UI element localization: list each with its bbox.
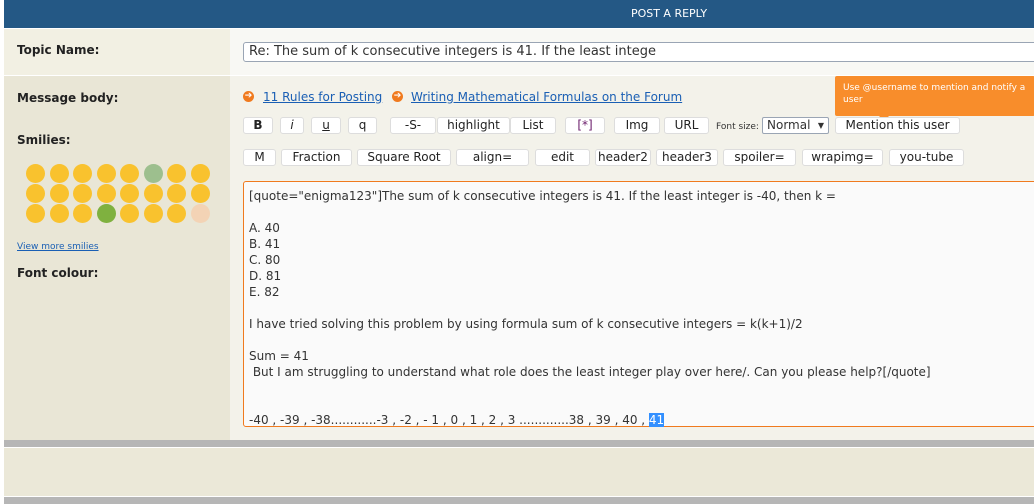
smiley-crying-icon[interactable]	[120, 184, 139, 203]
divider	[4, 440, 1034, 447]
header2-button[interactable]: header2	[595, 149, 651, 166]
message-textarea[interactable]: [quote="enigma123"]The sum of k consecut…	[243, 181, 1034, 427]
list-item-button[interactable]: [*]	[565, 117, 605, 134]
fraction-button[interactable]: Fraction	[281, 149, 352, 166]
smiley-wink-icon[interactable]	[120, 164, 139, 183]
wrapimg-button[interactable]: wrapimg=	[802, 149, 883, 166]
footer-row	[4, 448, 1034, 496]
smiley-eye-roll-icon[interactable]	[167, 184, 186, 203]
image-button[interactable]: Img	[614, 117, 660, 134]
bold-button[interactable]: B	[243, 117, 273, 134]
spoiler-button[interactable]: spoiler=	[723, 149, 796, 166]
font-size-select[interactable]: Normal ▼	[762, 117, 829, 134]
smiley-cool-icon[interactable]	[190, 164, 210, 183]
smiley-neutral-icon[interactable]	[190, 184, 210, 203]
mention-tooltip: Use @username to mention and notify a us…	[835, 76, 1034, 121]
smiley-bandage-icon[interactable]	[167, 204, 186, 223]
smiley-expressionless-icon[interactable]	[143, 204, 163, 223]
smiley-dizzy-icon[interactable]	[73, 204, 92, 223]
smiley-worried-icon[interactable]	[96, 164, 116, 183]
topic-label-cell: Topic Name:	[4, 29, 230, 75]
align-button[interactable]: align=	[456, 149, 529, 166]
square-root-button[interactable]: Square Root	[357, 149, 451, 166]
strike-button[interactable]: -S-	[390, 117, 436, 134]
smiley-grinning-icon[interactable]	[26, 184, 45, 203]
quote-button[interactable]: q	[348, 117, 377, 134]
formulas-link[interactable]: Writing Mathematical Formulas on the For…	[411, 90, 682, 104]
smiley-astonished-icon[interactable]	[26, 204, 45, 223]
smiley-flushed-icon[interactable]	[96, 184, 116, 203]
smiley-scream-icon[interactable]	[49, 204, 69, 223]
edit-button[interactable]: edit	[535, 149, 590, 166]
divider	[4, 497, 1034, 504]
arrow-circle-icon: ➔	[243, 91, 254, 102]
m-button[interactable]: M	[243, 149, 276, 166]
smiley-grin-icon[interactable]	[49, 164, 69, 183]
you-tube-button[interactable]: you-tube	[889, 149, 964, 166]
smiley-thumbs-up-icon[interactable]	[190, 204, 210, 223]
topic-field-cell: Re: The sum of k consecutive integers is…	[230, 29, 1034, 75]
mention-user-button[interactable]: Mention this user	[835, 117, 960, 134]
smiley-nauseated-icon[interactable]	[96, 204, 116, 223]
font-colour-label: Font colour:	[17, 266, 99, 280]
smiley-smile-icon[interactable]	[26, 164, 45, 183]
smiley-angry-icon[interactable]	[49, 184, 69, 203]
topic-input[interactable]: Re: The sum of k consecutive integers is…	[243, 42, 1034, 62]
topic-label: Topic Name:	[17, 43, 100, 57]
smilies-label: Smilies:	[17, 133, 71, 147]
post-reply-header: POST A REPLY	[4, 0, 1034, 28]
font-size-label: Font size:	[716, 122, 759, 132]
italic-button[interactable]: i	[280, 117, 304, 134]
smiley-innocent-icon[interactable]	[120, 204, 139, 223]
message-text: [quote="enigma123"]The sum of k consecut…	[249, 189, 931, 427]
editor-panel: ➔ 11 Rules for Posting ➔ Writing Mathema…	[230, 76, 1034, 440]
smiley-confused-icon[interactable]	[167, 164, 186, 183]
highlight-button[interactable]: highlight	[437, 117, 510, 134]
left-panel: Message body: Smilies: View more smilies…	[4, 76, 230, 440]
smiley-rolling-icon[interactable]	[73, 184, 92, 203]
font-size-value: Normal	[767, 118, 811, 132]
message-body-label: Message body:	[17, 91, 119, 105]
smiley-sleeping-icon[interactable]	[143, 184, 163, 203]
smiley-joy-icon[interactable]	[73, 164, 92, 183]
selected-text: 41	[648, 413, 665, 427]
dropdown-arrow-icon: ▼	[817, 121, 824, 130]
underline-button[interactable]: u	[311, 117, 341, 134]
url-button[interactable]: URL	[664, 117, 709, 134]
arrow-circle-icon: ➔	[392, 91, 403, 102]
list-button[interactable]: List	[510, 117, 556, 134]
rules-link[interactable]: 11 Rules for Posting	[263, 90, 382, 104]
smiley-sick-icon[interactable]	[143, 164, 163, 183]
view-more-smilies-link[interactable]: View more smilies	[17, 242, 99, 252]
header3-button[interactable]: header3	[656, 149, 718, 166]
